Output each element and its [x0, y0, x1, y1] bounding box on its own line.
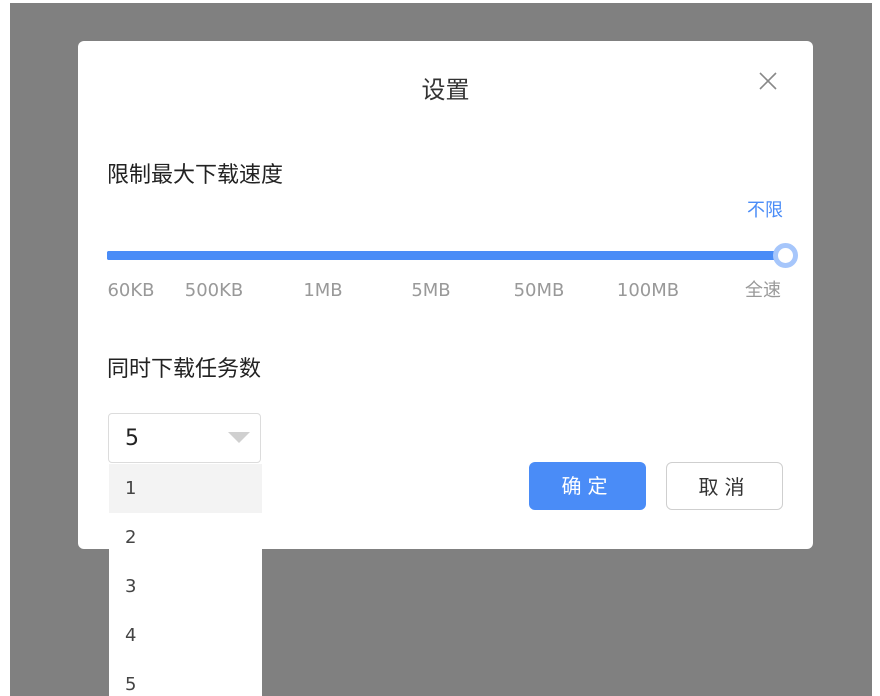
speed-tick[interactable]: 60KB — [107, 279, 154, 303]
speed-slider-track[interactable] — [107, 251, 785, 260]
dropdown-option[interactable]: 4 — [109, 611, 262, 660]
speed-tick[interactable]: 1MB — [303, 279, 342, 303]
speed-tick[interactable]: 100MB — [617, 279, 679, 303]
select-value: 5 — [125, 426, 139, 451]
speed-slider-fill — [107, 251, 785, 260]
speed-slider-handle[interactable] — [773, 243, 798, 268]
dialog-title: 设置 — [421, 76, 470, 104]
concurrent-tasks-select[interactable]: 5 — [108, 413, 261, 463]
dropdown-option[interactable]: 5 — [109, 660, 262, 696]
tasks-dropdown-menu: 12345 — [109, 464, 262, 696]
speed-tick[interactable]: 全速 — [745, 279, 781, 303]
cancel-button[interactable]: 取消 — [666, 462, 783, 510]
ok-button[interactable]: 确定 — [529, 462, 646, 510]
speed-limit-value: 不限 — [747, 200, 783, 221]
speed-limit-label: 限制最大下载速度 — [107, 163, 284, 188]
speed-tick[interactable]: 500KB — [185, 279, 244, 303]
close-icon — [759, 72, 777, 90]
dropdown-option[interactable]: 1 — [109, 464, 262, 513]
close-button[interactable] — [758, 71, 778, 91]
concurrent-tasks-label: 同时下载任务数 — [107, 357, 262, 382]
speed-tick[interactable]: 5MB — [411, 279, 450, 303]
chevron-down-icon — [228, 432, 250, 443]
dropdown-option[interactable]: 2 — [109, 513, 262, 562]
speed-tick[interactable]: 50MB — [514, 279, 565, 303]
dropdown-option[interactable]: 3 — [109, 562, 262, 611]
